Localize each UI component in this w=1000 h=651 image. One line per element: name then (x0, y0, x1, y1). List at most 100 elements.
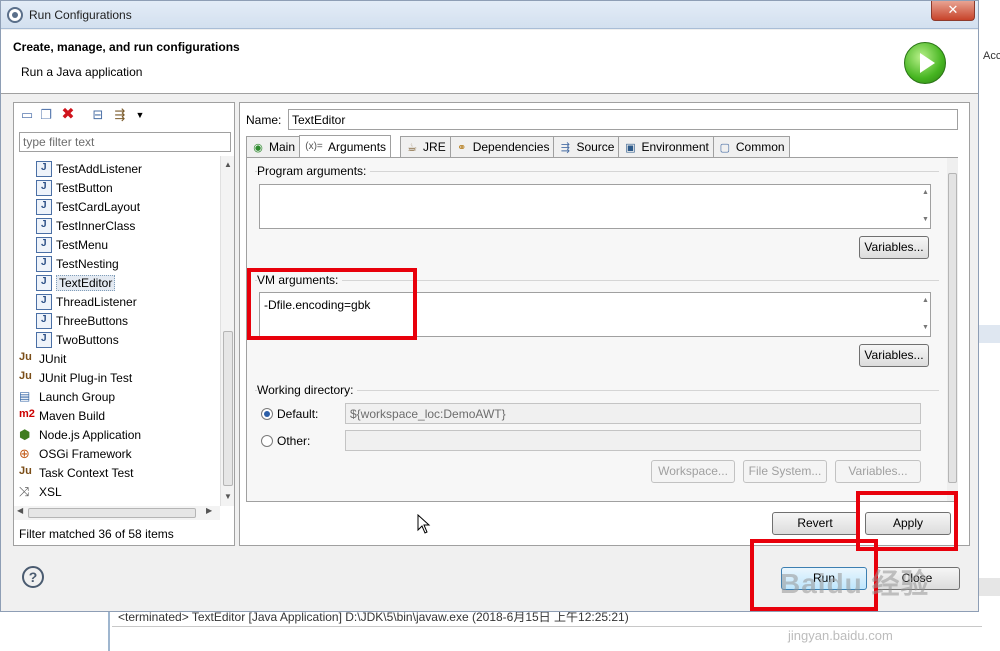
run-configurations-dialog: Run Configurations ✕ Create, manage, and… (0, 0, 979, 612)
java-app-icon (36, 160, 52, 177)
launch-group-icon: ▤ (19, 388, 31, 403)
list-item[interactable]: TestAddListener (36, 159, 142, 178)
osgi-icon: ⊕ (19, 445, 30, 461)
scroll-down-icon[interactable]: ▼ (224, 492, 232, 501)
tab-source[interactable]: ⇶ Source (553, 136, 620, 157)
textarea-scrollbar[interactable]: ▲ ▼ (919, 292, 933, 337)
list-item[interactable]: ThreadListener (36, 292, 137, 311)
workdir-variables-button[interactable]: Variables... (835, 460, 921, 483)
java-app-icon (36, 274, 52, 291)
junit-icon: Ju (19, 350, 32, 363)
console-divider (112, 626, 982, 627)
background-stripe (979, 578, 1000, 596)
name-label: Name: (246, 113, 282, 127)
list-item[interactable]: ▤ Launch Group (19, 387, 115, 406)
configuration-list-panel: ▭ ❐ ✖ ⊟ ⇶ ▼ TestAddListener TestButton T… (13, 102, 235, 546)
working-directory-group: Working directory: Default: ${workspace_… (255, 383, 939, 490)
list-item[interactable]: TwoButtons (36, 330, 119, 349)
scroll-thumb[interactable] (223, 331, 233, 486)
default-directory-field: ${workspace_loc:DemoAWT} (345, 403, 921, 424)
xsl-icon: ⤨ (19, 483, 30, 499)
other-directory-field[interactable] (345, 430, 921, 451)
java-app-icon (36, 312, 52, 329)
list-item[interactable]: TestNesting (36, 254, 119, 273)
scroll-up-icon: ▲ (922, 189, 929, 196)
config-tabs: ◉ Main (x)= Arguments ☕ JRE ⚭ Dependencies ⇶… (246, 135, 790, 158)
list-item[interactable]: Ju JUnit Plug-in Test (19, 368, 132, 387)
baidu-watermark: Baidu 经验 (780, 568, 930, 599)
arguments-tab-icon: (x)= (305, 141, 323, 152)
tab-dependencies[interactable]: ⚭ Dependencies (449, 136, 555, 157)
collapse-all-icon[interactable]: ⊟ (90, 107, 106, 123)
default-radio[interactable] (261, 408, 273, 420)
tab-common[interactable]: ▢ Common (712, 136, 790, 157)
delete-config-icon[interactable]: ✖ (60, 107, 76, 123)
tab-arguments[interactable]: (x)= Arguments (299, 135, 392, 157)
common-tab-icon: ▢ (719, 141, 731, 154)
list-item[interactable]: ThreeButtons (36, 311, 128, 330)
list-item[interactable]: TestInnerClass (36, 216, 135, 235)
list-item[interactable]: TestCardLayout (36, 197, 140, 216)
filter-status: Filter matched 36 of 58 items (19, 527, 174, 541)
scroll-thumb[interactable] (948, 173, 957, 483)
scroll-left-icon[interactable]: ◀ (17, 506, 23, 515)
program-arguments-label: Program arguments: (257, 164, 371, 178)
java-app-icon (36, 255, 52, 272)
workspace-button[interactable]: Workspace... (651, 460, 735, 483)
chevron-down-icon[interactable]: ▼ (132, 107, 148, 123)
java-app-icon (36, 179, 52, 196)
tab-jre[interactable]: ☕ JRE (400, 136, 451, 157)
program-arguments-input[interactable] (259, 184, 931, 229)
list-item[interactable]: ⤨ XSL (19, 482, 62, 501)
tab-main[interactable]: ◉ Main (246, 136, 301, 157)
banner-subtitle: Run a Java application (21, 65, 143, 79)
background-label: Acc (983, 50, 1000, 62)
java-app-icon (36, 217, 52, 234)
filter-config-icon[interactable]: ⇶ (112, 107, 128, 123)
other-radio[interactable] (261, 435, 273, 447)
help-icon[interactable]: ? (22, 566, 44, 588)
revert-button[interactable]: Revert (772, 512, 858, 535)
list-item-selected[interactable]: TextEditor (36, 273, 116, 292)
tree-vertical-scrollbar[interactable]: ▲ ▼ (220, 156, 234, 506)
nodejs-icon: ⬢ (19, 426, 31, 442)
filter-input[interactable] (19, 132, 231, 152)
main-tab-icon: ◉ (253, 141, 263, 154)
list-item[interactable]: Ju Task Context Test (19, 463, 134, 482)
run-banner-icon (904, 42, 946, 84)
scroll-thumb[interactable] (28, 508, 196, 518)
close-icon: ✕ (947, 2, 959, 17)
jre-tab-icon: ☕ (407, 141, 417, 154)
title-bar: Run Configurations ✕ (1, 1, 978, 29)
default-label: Default: (277, 407, 319, 421)
list-item[interactable]: ⬢ Node.js Application (19, 425, 141, 444)
source-tab-icon: ⇶ (560, 141, 571, 154)
java-app-icon (36, 236, 52, 253)
list-item[interactable]: TestMenu (36, 235, 108, 254)
maven-icon: m2 (19, 407, 35, 420)
working-directory-label: Working directory: (257, 383, 358, 397)
textarea-scrollbar[interactable]: ▲ ▼ (919, 184, 933, 229)
list-item[interactable]: Ju JUnit (19, 349, 66, 368)
window-close-button[interactable]: ✕ (931, 1, 975, 21)
scroll-right-icon[interactable]: ▶ (206, 506, 212, 515)
eclipse-app-icon (7, 7, 23, 23)
tree-horizontal-scrollbar[interactable]: ◀ ▶ (14, 506, 220, 520)
program-variables-button[interactable]: Variables... (859, 236, 929, 259)
scroll-up-icon: ▲ (922, 297, 929, 304)
background-window-edge: Acc (978, 0, 1000, 651)
list-item[interactable]: TestButton (36, 178, 113, 197)
scroll-down-icon: ▼ (922, 324, 929, 331)
configuration-tree: TestAddListener TestButton TestCardLayou… (14, 156, 220, 506)
scroll-up-icon[interactable]: ▲ (224, 160, 232, 169)
list-item[interactable]: m2 Maven Build (19, 406, 105, 425)
list-item[interactable]: ⊕ OSGi Framework (19, 444, 132, 463)
vm-variables-button[interactable]: Variables... (859, 344, 929, 367)
dependencies-tab-icon: ⚭ (457, 141, 467, 154)
tab-vertical-scrollbar[interactable] (947, 158, 958, 501)
tab-environment[interactable]: ▣ Environment (618, 136, 714, 157)
file-system-button[interactable]: File System... (743, 460, 827, 483)
duplicate-config-icon[interactable]: ❐ (38, 107, 54, 123)
new-config-icon[interactable]: ▭ (19, 107, 35, 123)
name-field[interactable] (288, 109, 958, 130)
